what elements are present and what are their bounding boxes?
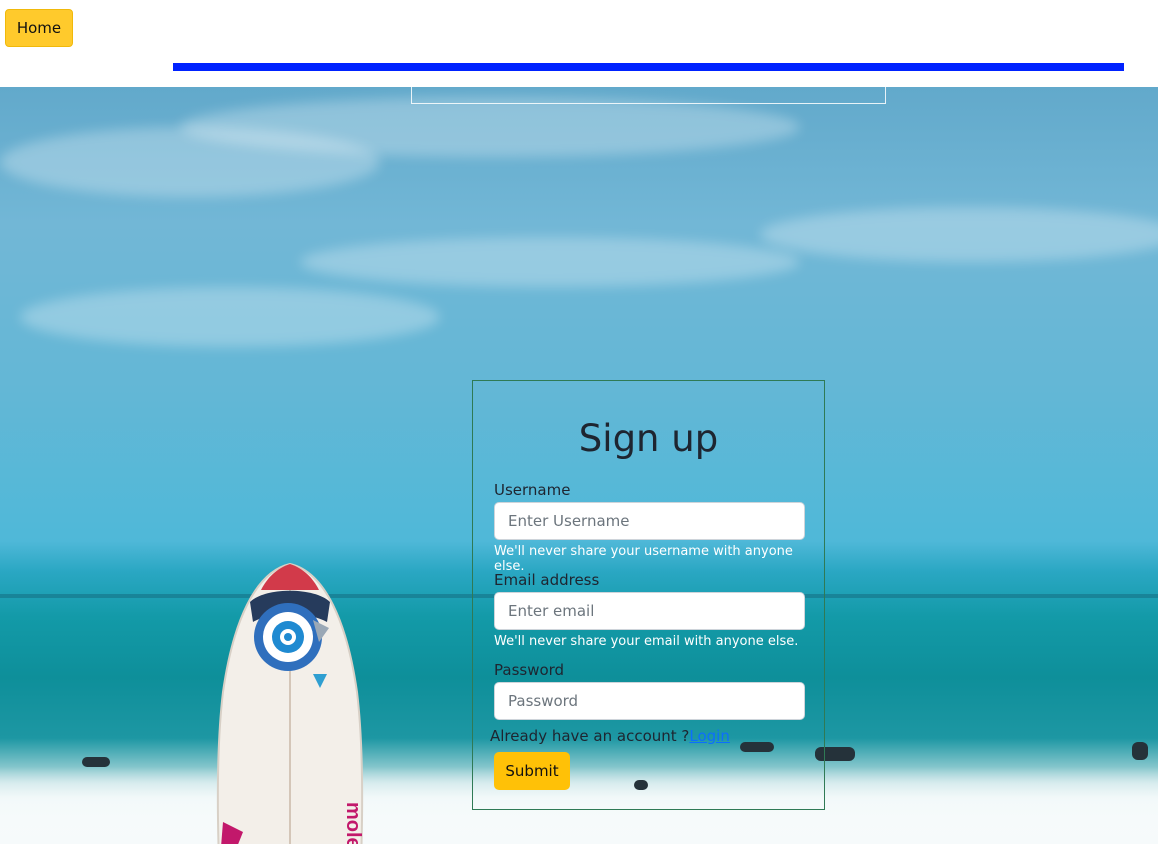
signup-title: Sign up [578, 417, 719, 460]
home-button[interactable]: Home [5, 9, 73, 47]
svg-text:moleca: moleca [342, 802, 364, 844]
surfboard: moleca [216, 562, 364, 844]
surfer [1132, 742, 1148, 760]
email-help-text: We'll never share your email with anyone… [494, 634, 799, 649]
username-label: Username [494, 481, 571, 499]
empty-outline-box [411, 87, 886, 104]
blue-divider-bar [173, 63, 1124, 71]
surfer [82, 757, 110, 767]
email-label: Email address [494, 571, 600, 589]
top-bar: Home [0, 0, 1158, 87]
cloud [0, 127, 380, 197]
beach-background-image: moleca Sign up Username We'll never shar… [0, 87, 1158, 844]
password-label: Password [494, 661, 565, 679]
username-input[interactable] [494, 502, 805, 540]
login-link[interactable]: Login [689, 727, 729, 745]
cloud [20, 287, 440, 347]
signup-card: Sign up Username We'll never share your … [472, 380, 825, 810]
account-prompt: Already have an account ?Login [490, 727, 730, 745]
submit-button[interactable]: Submit [494, 752, 570, 790]
cloud [760, 207, 1158, 262]
account-text: Already have an account ? [490, 727, 690, 745]
username-help-text: We'll never share your username with any… [494, 544, 793, 574]
password-input[interactable] [494, 682, 805, 720]
cloud [300, 237, 800, 287]
email-input[interactable] [494, 592, 805, 630]
